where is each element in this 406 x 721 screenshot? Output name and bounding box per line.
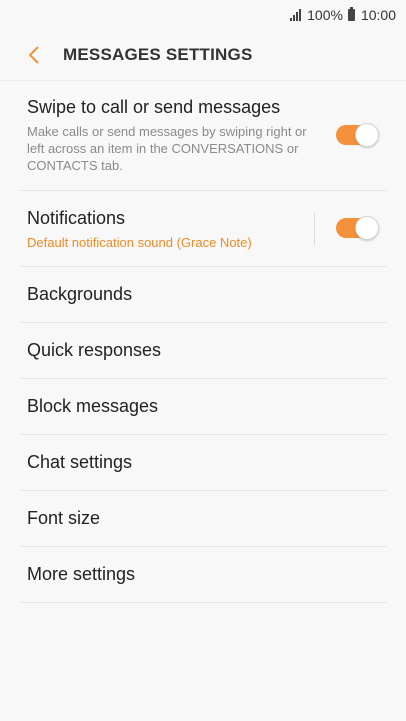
setting-chat-settings[interactable]: Chat settings	[20, 435, 386, 491]
setting-notifications[interactable]: Notifications Default notification sound…	[20, 191, 386, 267]
backgrounds-label: Backgrounds	[27, 284, 133, 304]
settings-list: Swipe to call or send messages Make call…	[0, 81, 406, 603]
status-bar: 100% 10:00	[0, 0, 406, 30]
vertical-divider	[314, 212, 315, 245]
block-messages-label: Block messages	[27, 396, 159, 416]
quick-responses-label: Quick responses	[27, 340, 162, 360]
toggle-knob	[355, 216, 379, 240]
setting-quick-responses[interactable]: Quick responses	[20, 323, 386, 379]
notifications-toggle[interactable]	[336, 216, 379, 240]
battery-icon	[347, 7, 355, 21]
swipe-title: Swipe to call or send messages	[27, 97, 281, 117]
chat-settings-label: Chat settings	[27, 452, 133, 472]
notifications-title: Notifications	[27, 208, 126, 228]
battery-percent: 100%	[307, 7, 343, 23]
page-title: MESSAGES SETTINGS	[63, 45, 253, 64]
setting-block-messages[interactable]: Block messages	[20, 379, 386, 435]
more-settings-label: More settings	[27, 564, 136, 584]
toggle-knob	[355, 123, 379, 147]
clock: 10:00	[360, 7, 396, 23]
swipe-description: Make calls or send messages by swiping r…	[27, 124, 307, 173]
back-button[interactable]	[20, 41, 48, 69]
setting-backgrounds[interactable]: Backgrounds	[20, 267, 386, 323]
setting-font-size[interactable]: Font size	[20, 491, 386, 547]
setting-more-settings[interactable]: More settings	[20, 547, 386, 603]
setting-swipe-to-call[interactable]: Swipe to call or send messages Make call…	[20, 81, 386, 191]
font-size-label: Font size	[27, 508, 101, 528]
app-bar: MESSAGES SETTINGS	[0, 30, 406, 81]
signal-icon	[290, 9, 302, 21]
chevron-left-icon	[28, 46, 39, 64]
notifications-subtitle: Default notification sound (Grace Note)	[27, 235, 252, 250]
swipe-toggle[interactable]	[336, 123, 379, 147]
